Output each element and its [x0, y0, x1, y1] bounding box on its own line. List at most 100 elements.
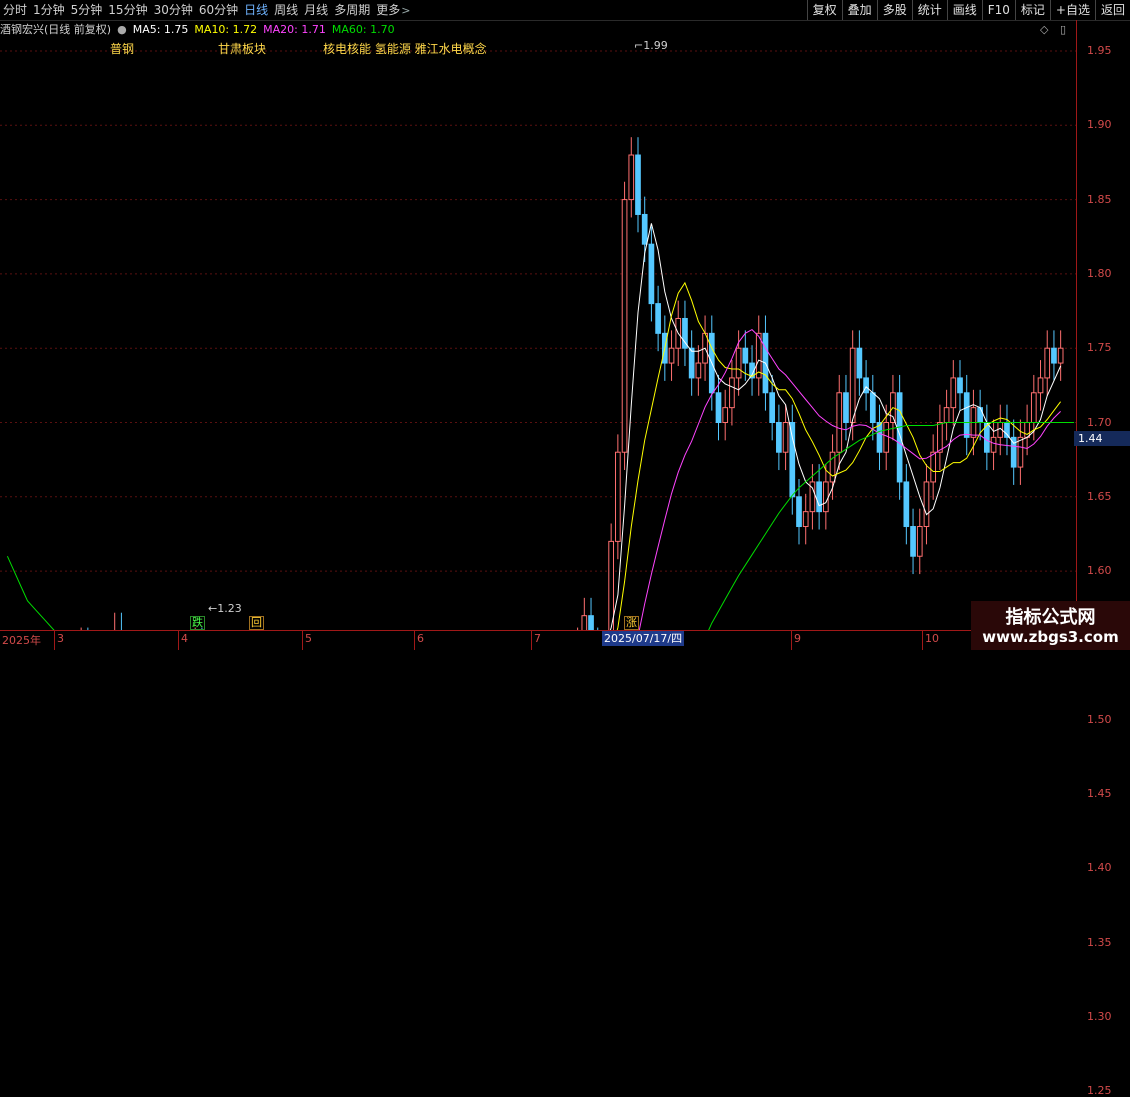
candle-body: [869, 392, 876, 423]
tab-weekly[interactable]: 周线: [271, 0, 301, 20]
overlay-button[interactable]: 叠加: [841, 0, 877, 20]
tab-more-label: 更多: [376, 2, 401, 17]
current-price-tag: 1.44: [1074, 431, 1130, 446]
candle-body: [769, 392, 776, 423]
watermark-url: www.zbgs3.com: [982, 628, 1119, 646]
candle-body: [715, 392, 722, 423]
concept-tag[interactable]: 甘肃板块: [218, 40, 266, 57]
tab-5min[interactable]: 5分钟: [68, 0, 106, 20]
signal-marker-return[interactable]: 回: [249, 616, 264, 630]
candle-body: [1017, 436, 1024, 468]
ma20-label: MA20: 1.71: [263, 22, 326, 36]
candle-body: [695, 362, 702, 379]
candle-body: [1051, 347, 1057, 364]
candle-body: [950, 377, 957, 409]
draw-line-button[interactable]: 画线: [946, 0, 982, 20]
x-tick-label: 6: [417, 632, 424, 645]
candle-body: [957, 377, 963, 394]
candle-body: [735, 347, 742, 379]
y-tick-label: 1.65: [1087, 489, 1112, 503]
candle-body: [615, 451, 621, 542]
candle-body: [849, 347, 856, 424]
candle-body: [1030, 392, 1037, 423]
x-tick-label: 4: [181, 632, 188, 645]
adjust-button[interactable]: 复权: [806, 0, 842, 20]
x-tick-mark: [302, 631, 303, 650]
x-tick-mark: [791, 631, 792, 650]
back-button[interactable]: 返回: [1094, 0, 1130, 20]
y-tick-label: 1.90: [1087, 118, 1112, 132]
candle-body: [648, 243, 655, 305]
concept-tag[interactable]: 普钢: [110, 40, 134, 57]
tab-more[interactable]: 更多>: [373, 0, 413, 21]
x-tick-label: 3: [57, 632, 64, 645]
min-price-value: 1.23: [217, 602, 242, 615]
tab-60min[interactable]: 60分钟: [196, 0, 241, 20]
signal-marker-rise[interactable]: 涨: [624, 616, 639, 630]
candle-body: [628, 154, 635, 201]
y-tick-label: 1.40: [1087, 861, 1112, 875]
candle-body: [581, 615, 588, 630]
kline-chart[interactable]: [0, 20, 1076, 630]
x-tick-label: 2025年: [2, 634, 41, 647]
add-watchlist-button[interactable]: +自选: [1049, 0, 1095, 20]
candle-body: [608, 540, 614, 630]
date-cursor-label: 2025/07/17/四: [602, 631, 685, 646]
candle-body: [742, 347, 749, 364]
corner-icons: ◇ ▯: [1040, 23, 1066, 36]
signal-marker-fall[interactable]: 跌: [190, 616, 205, 630]
y-tick-label: 1.85: [1087, 192, 1112, 206]
candle-body: [641, 213, 648, 245]
candle-body: [1024, 422, 1030, 438]
y-tick-label: 1.25: [1087, 1084, 1112, 1097]
tab-multi-period[interactable]: 多周期: [331, 0, 373, 20]
window-icon[interactable]: ▯: [1060, 23, 1066, 36]
multi-stock-button[interactable]: 多股: [876, 0, 912, 20]
y-tick-label: 1.35: [1087, 935, 1112, 949]
candle-body: [789, 422, 796, 498]
x-tick-mark: [54, 631, 55, 650]
mark-button[interactable]: 标记: [1014, 0, 1050, 20]
ma60-label: MA60: 1.70: [331, 22, 395, 36]
y-tick-label: 1.45: [1087, 787, 1112, 800]
settings-circle-icon[interactable]: ●: [117, 23, 127, 36]
concept-tag[interactable]: 核电核能 氢能源 雅江水电概念: [323, 40, 487, 57]
candle-body: [722, 407, 729, 424]
candle-body: [1037, 377, 1044, 394]
watermark-title: 指标公式网: [1005, 607, 1096, 628]
tab-15min[interactable]: 15分钟: [105, 0, 150, 20]
y-tick-label: 1.75: [1087, 341, 1112, 355]
candle-body: [876, 422, 883, 453]
watermark: 指标公式网 www.zbgs3.com: [971, 601, 1130, 650]
tab-monthly[interactable]: 月线: [301, 0, 331, 20]
candle-body: [796, 496, 802, 528]
candle-body: [856, 347, 863, 379]
x-tick-mark: [178, 631, 179, 650]
x-tick-label: 7: [534, 632, 541, 645]
candle-body: [802, 511, 809, 528]
candle-body: [776, 422, 782, 453]
min-price-label: ←1.23: [208, 602, 242, 615]
candle-body: [836, 392, 843, 453]
diamond-icon[interactable]: ◇: [1040, 23, 1048, 36]
candle-body: [977, 407, 983, 424]
ma5-label: MA5: 1.75: [132, 22, 189, 36]
ma10-label: MA10: 1.72: [194, 22, 258, 36]
y-tick-label: 1.30: [1087, 1009, 1112, 1023]
y-tick-label: 1.50: [1087, 712, 1112, 726]
candle-body: [688, 347, 695, 379]
tab-1min[interactable]: 1分钟: [30, 0, 68, 20]
candle-body: [896, 392, 903, 483]
f10-button[interactable]: F10: [981, 0, 1015, 20]
tab-intraday[interactable]: 分时: [0, 0, 30, 20]
x-tick-mark: [414, 631, 415, 650]
candle-body: [937, 422, 943, 453]
candle-body: [635, 154, 641, 215]
y-tick-label: 1.80: [1087, 266, 1112, 280]
statistics-button[interactable]: 统计: [911, 0, 947, 20]
tab-daily[interactable]: 日线: [241, 0, 271, 20]
tab-30min[interactable]: 30分钟: [151, 0, 196, 20]
candle-body: [588, 615, 594, 630]
x-tick-mark: [531, 631, 532, 650]
date-axis: 2025年 3 4 5 6 7 9 10: [0, 630, 1076, 651]
